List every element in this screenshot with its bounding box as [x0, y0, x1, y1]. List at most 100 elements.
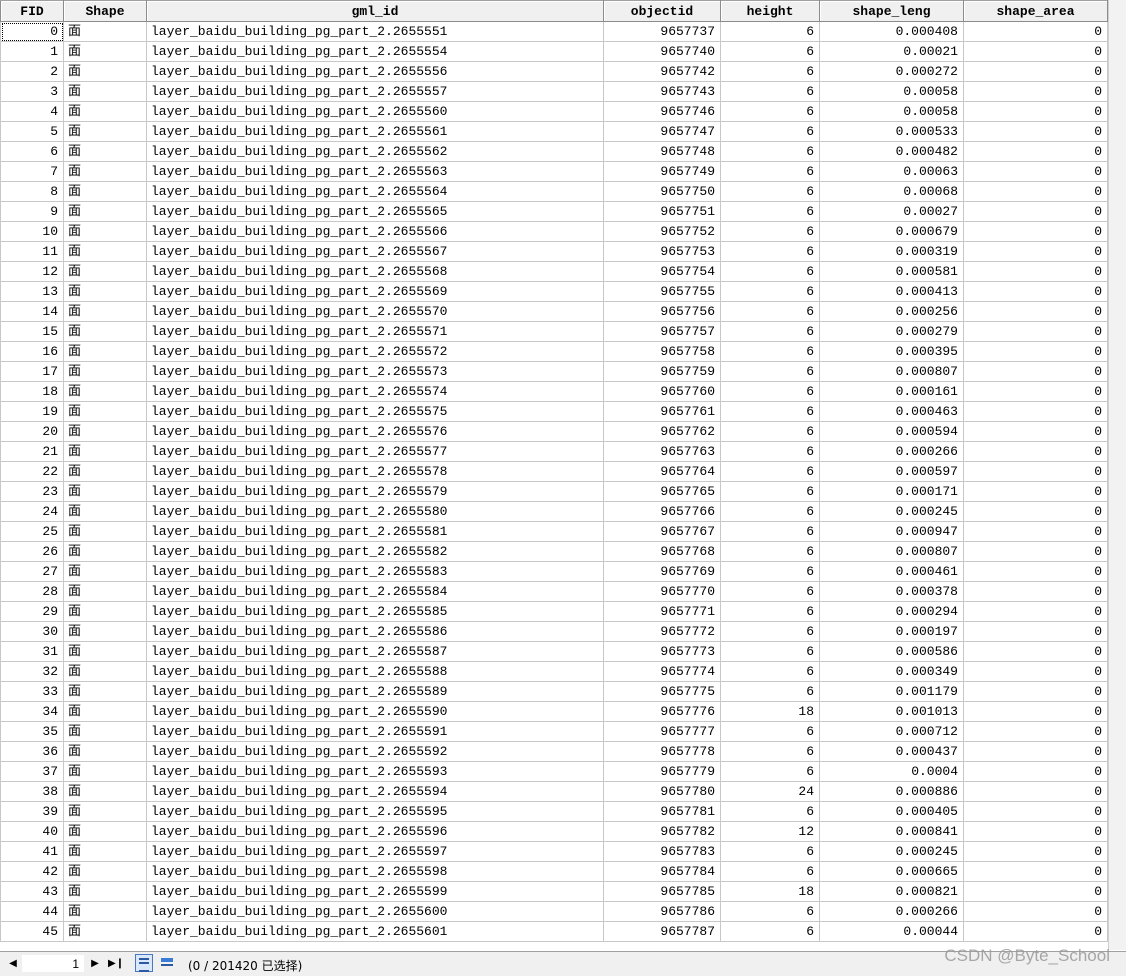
cell-shape-leng[interactable]: 0.00068 [819, 181, 964, 202]
cell-shape-area[interactable]: 0 [963, 881, 1108, 902]
cell-height[interactable]: 6 [720, 201, 820, 222]
table-row[interactable]: 41 面 layer_baidu_building_pg_part_2.265559… [0, 841, 1108, 862]
cell-shape-leng[interactable]: 0.00063 [819, 161, 964, 182]
cell-shape-area[interactable]: 0 [963, 861, 1108, 882]
cell-shape-leng[interactable]: 0.000437 [819, 741, 964, 762]
cell-shape-area[interactable]: 0 [963, 821, 1108, 842]
table-row[interactable]: 10 面 layer_baidu_building_pg_part_2.265556… [0, 221, 1108, 242]
cell-fid[interactable]: 12 [0, 261, 64, 282]
cell-shape-leng[interactable]: 0.000597 [819, 461, 964, 482]
cell-shape[interactable]: 面 [63, 921, 147, 942]
cell-shape[interactable]: 面 [63, 641, 147, 662]
show-selected-records-icon[interactable] [158, 954, 176, 972]
cell-fid[interactable]: 4 [0, 101, 64, 122]
cell-gml-id[interactable]: layer_baidu_building_pg_part_2.2655599 [146, 881, 604, 902]
cell-objectid[interactable]: 9657759 [603, 361, 721, 382]
table-row[interactable]: 29 面 layer_baidu_building_pg_part_2.265558… [0, 601, 1108, 622]
cell-objectid[interactable]: 9657768 [603, 541, 721, 562]
cell-shape-area[interactable]: 0 [963, 121, 1108, 142]
cell-gml-id[interactable]: layer_baidu_building_pg_part_2.2655593 [146, 761, 604, 782]
cell-shape-leng[interactable]: 0.000266 [819, 901, 964, 922]
cell-gml-id[interactable]: layer_baidu_building_pg_part_2.2655591 [146, 721, 604, 742]
table-row[interactable]: 4 面 layer_baidu_building_pg_part_2.2655560… [0, 101, 1108, 122]
cell-gml-id[interactable]: layer_baidu_building_pg_part_2.2655586 [146, 621, 604, 642]
table-row[interactable]: 45 面 layer_baidu_building_pg_part_2.265560… [0, 921, 1108, 942]
table-row[interactable]: 39 面 layer_baidu_building_pg_part_2.265559… [0, 801, 1108, 822]
cell-height[interactable]: 6 [720, 21, 820, 42]
table-row[interactable]: 17 面 layer_baidu_building_pg_part_2.265557… [0, 361, 1108, 382]
cell-shape-leng[interactable]: 0.000161 [819, 381, 964, 402]
cell-objectid[interactable]: 9657754 [603, 261, 721, 282]
cell-shape-leng[interactable]: 0.00044 [819, 921, 964, 942]
cell-shape[interactable]: 面 [63, 741, 147, 762]
table-row[interactable]: 13 面 layer_baidu_building_pg_part_2.265556… [0, 281, 1108, 302]
table-row[interactable]: 24 面 layer_baidu_building_pg_part_2.265558… [0, 501, 1108, 522]
cell-height[interactable]: 18 [720, 701, 820, 722]
cell-shape-area[interactable]: 0 [963, 421, 1108, 442]
cell-shape-area[interactable]: 0 [963, 301, 1108, 322]
column-header-shape[interactable]: Shape [63, 0, 147, 22]
table-row[interactable]: 18 面 layer_baidu_building_pg_part_2.265557… [0, 381, 1108, 402]
cell-height[interactable]: 6 [720, 421, 820, 442]
cell-shape-leng[interactable]: 0.000294 [819, 601, 964, 622]
cell-shape-leng[interactable]: 0.000679 [819, 221, 964, 242]
cell-shape-leng[interactable]: 0.000665 [819, 861, 964, 882]
cell-shape-area[interactable]: 0 [963, 141, 1108, 162]
table-row[interactable]: 30 面 layer_baidu_building_pg_part_2.265558… [0, 621, 1108, 642]
show-all-records-icon[interactable] [135, 954, 153, 972]
cell-gml-id[interactable]: layer_baidu_building_pg_part_2.2655563 [146, 161, 604, 182]
cell-shape[interactable]: 面 [63, 901, 147, 922]
table-row[interactable]: 31 面 layer_baidu_building_pg_part_2.265558… [0, 641, 1108, 662]
cell-shape-area[interactable]: 0 [963, 41, 1108, 62]
cell-shape-area[interactable]: 0 [963, 221, 1108, 242]
cell-fid[interactable]: 5 [0, 121, 64, 142]
cell-shape[interactable]: 面 [63, 801, 147, 822]
cell-gml-id[interactable]: layer_baidu_building_pg_part_2.2655594 [146, 781, 604, 802]
cell-shape-area[interactable]: 0 [963, 241, 1108, 262]
cell-gml-id[interactable]: layer_baidu_building_pg_part_2.2655596 [146, 821, 604, 842]
cell-shape-leng[interactable]: 0.000841 [819, 821, 964, 842]
cell-objectid[interactable]: 9657750 [603, 181, 721, 202]
cell-height[interactable]: 6 [720, 41, 820, 62]
cell-objectid[interactable]: 9657751 [603, 201, 721, 222]
cell-shape[interactable]: 面 [63, 841, 147, 862]
cell-height[interactable]: 6 [720, 561, 820, 582]
cell-shape-leng[interactable]: 0.000245 [819, 841, 964, 862]
table-row[interactable]: 12 面 layer_baidu_building_pg_part_2.265556… [0, 261, 1108, 282]
cell-height[interactable]: 6 [720, 661, 820, 682]
cell-fid[interactable]: 22 [0, 461, 64, 482]
cell-shape-area[interactable]: 0 [963, 401, 1108, 422]
cell-gml-id[interactable]: layer_baidu_building_pg_part_2.2655584 [146, 581, 604, 602]
cell-objectid[interactable]: 9657781 [603, 801, 721, 822]
cell-objectid[interactable]: 9657786 [603, 901, 721, 922]
cell-shape[interactable]: 面 [63, 781, 147, 802]
cell-height[interactable]: 6 [720, 221, 820, 242]
cell-objectid[interactable]: 9657753 [603, 241, 721, 262]
table-row[interactable]: 15 面 layer_baidu_building_pg_part_2.265557… [0, 321, 1108, 342]
cell-shape[interactable]: 面 [63, 681, 147, 702]
cell-fid[interactable]: 42 [0, 861, 64, 882]
cell-shape[interactable]: 面 [63, 41, 147, 62]
cell-objectid[interactable]: 9657748 [603, 141, 721, 162]
cell-fid[interactable]: 13 [0, 281, 64, 302]
cell-shape[interactable]: 面 [63, 61, 147, 82]
cell-shape-leng[interactable]: 0.000463 [819, 401, 964, 422]
cell-fid[interactable]: 45 [0, 921, 64, 942]
cell-shape-area[interactable]: 0 [963, 161, 1108, 182]
cell-shape-leng[interactable]: 0.000533 [819, 121, 964, 142]
cell-shape[interactable]: 面 [63, 221, 147, 242]
cell-height[interactable]: 6 [720, 741, 820, 762]
table-row[interactable]: 26 面 layer_baidu_building_pg_part_2.265558… [0, 541, 1108, 562]
cell-shape[interactable]: 面 [63, 701, 147, 722]
cell-shape[interactable]: 面 [63, 541, 147, 562]
cell-shape-area[interactable]: 0 [963, 101, 1108, 122]
first-record-icon[interactable]: ◀ [6, 957, 20, 971]
cell-shape[interactable]: 面 [63, 481, 147, 502]
cell-shape-leng[interactable]: 0.000405 [819, 801, 964, 822]
cell-shape-leng[interactable]: 0.000319 [819, 241, 964, 262]
table-row[interactable]: 7 面 layer_baidu_building_pg_part_2.2655563… [0, 161, 1108, 182]
cell-shape-area[interactable]: 0 [963, 441, 1108, 462]
cell-objectid[interactable]: 9657774 [603, 661, 721, 682]
cell-fid[interactable]: 40 [0, 821, 64, 842]
cell-shape-leng[interactable]: 0.00058 [819, 101, 964, 122]
